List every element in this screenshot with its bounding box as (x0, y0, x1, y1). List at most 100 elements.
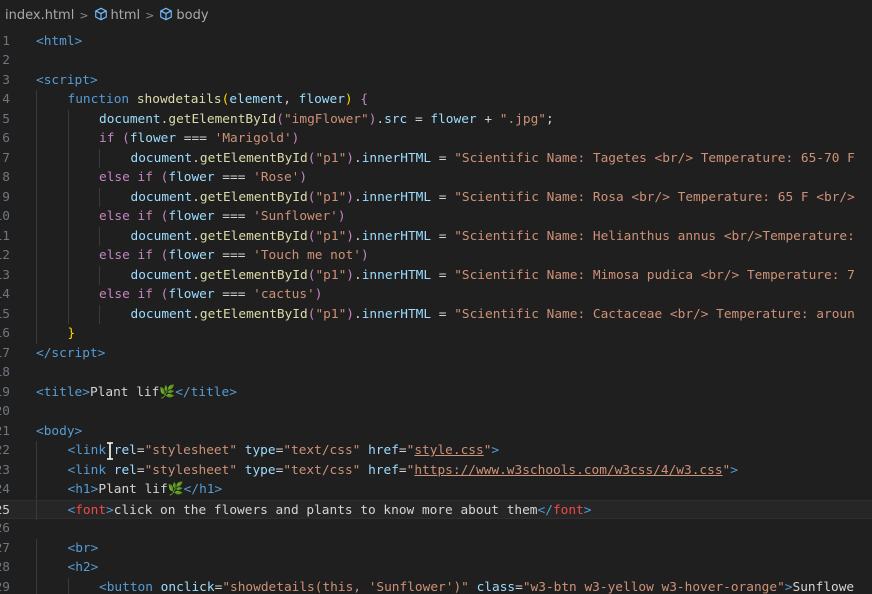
code-token: flower (168, 248, 215, 263)
code-token: > (229, 384, 237, 400)
code-token: Plant lif🌿 (89, 384, 176, 400)
indent-guide (36, 460, 37, 480)
code-line[interactable]: 17 </script> (0, 344, 872, 364)
code-token: button (106, 579, 161, 594)
line-number: 26 (0, 521, 10, 536)
code-token: . (192, 228, 200, 244)
code-token: innerHTML (361, 267, 432, 283)
code-text: <html> (36, 32, 82, 52)
code-line[interactable]: 24<h1>Plant lif🌿</h1> (0, 480, 872, 500)
code-token: getElementById (168, 111, 277, 127)
code-line[interactable]: 6 if (flower === 'Marigold') (0, 129, 872, 149)
indent-guide (99, 304, 100, 324)
code-token: > (90, 560, 99, 575)
code-token: "showdetails(this, 'Sunflower')" (222, 579, 469, 594)
code-line[interactable]: 4 function showdetails(element, flower) { (0, 90, 872, 110)
code-token: = (431, 189, 455, 205)
indent-guide (36, 129, 37, 149)
code-token: > (90, 540, 99, 556)
code-line[interactable]: 18 (0, 363, 872, 383)
code-token: getElementById (199, 150, 308, 166)
code-line[interactable]: 14 else if (flower === 'cactus') (0, 285, 872, 305)
code-token: ".jpg" (499, 111, 546, 127)
code-line[interactable]: 12 else if (flower === 'Touch me not') (0, 246, 872, 266)
line-number: 23 (0, 462, 10, 478)
code-token: getElementById (199, 306, 308, 322)
code-token: > (74, 423, 83, 439)
code-line[interactable]: 10 else if (flower === 'Sunflower') (0, 207, 872, 227)
code-line[interactable]: 2 (0, 51, 872, 71)
code-token: ) (346, 189, 354, 205)
code-token: "stylesheet" (144, 462, 238, 478)
code-line[interactable]: 27 <br> (0, 538, 872, 558)
code-token: . (354, 189, 362, 205)
code-line[interactable]: 7 document.getElementById("p1").innerHTML… (0, 148, 872, 168)
code-token: } (67, 326, 76, 341)
code-line[interactable]: 1 <html> (0, 32, 872, 52)
indent-guide (36, 207, 37, 227)
code-line[interactable]: 13 document.getElementById("p1").innerHTM… (0, 265, 872, 285)
code-token: ) (337, 209, 346, 224)
code-token: < (36, 384, 44, 400)
code-token: = (431, 267, 455, 283)
code-line[interactable]: 20 (0, 402, 872, 422)
code-line[interactable]: 25 <font>click on the flowers and plants … (0, 499, 872, 520)
breadcrumb-html[interactable]: html (94, 7, 140, 23)
breadcrumb-body[interactable]: body (159, 7, 209, 23)
code-editor[interactable]: 1 <html> 2 3 <script> 4 function showdetails(e… (0, 30, 872, 594)
code-line[interactable]: 15 document.getElementById("p1").innerHTM… (0, 304, 872, 324)
code-token: "p1" (315, 189, 347, 205)
breadcrumb-file[interactable]: index.html (5, 8, 74, 23)
indent-guide (36, 168, 37, 188)
indent-guide (36, 265, 37, 285)
indent-guide (36, 148, 37, 168)
code-token: . (192, 267, 200, 283)
code-token: else if (99, 287, 161, 302)
code-token: title (43, 384, 83, 400)
code-token: < (36, 72, 44, 88)
line-number: 18 (0, 365, 10, 380)
code-token: br (75, 540, 91, 556)
code-line[interactable]: 22<link rel="stylesheet" type="text/css"… (0, 441, 872, 461)
code-line[interactable]: 9 document.getElementById("p1").innerHTML… (0, 187, 872, 207)
code-line[interactable]: 11 document.getElementById("p1").innerHTM… (0, 226, 872, 246)
code-token: flower (298, 92, 345, 107)
code-token: h1 (75, 482, 91, 497)
indent-guide (67, 577, 69, 594)
line-number: 29 (0, 579, 10, 594)
code-token: title (190, 384, 230, 400)
code-line[interactable]: 23<link rel="stylesheet" type="text/css"… (0, 460, 872, 480)
line-number: 3 (2, 72, 10, 88)
code-token: "imgFlower" (283, 111, 369, 127)
symbol-element-icon (94, 7, 107, 21)
line-number: 25 (0, 502, 10, 518)
code-text: } (68, 324, 76, 344)
code-token: </ (36, 345, 52, 361)
code-line[interactable]: 8 else if (flower === 'Rose') (0, 168, 872, 188)
code-line[interactable]: 21 <body> (0, 422, 872, 442)
code-token: href (368, 462, 399, 478)
code-token: else if (99, 170, 161, 185)
code-line[interactable]: 26 (0, 519, 872, 539)
chevron-right-icon: > (145, 8, 155, 22)
code-token: getElementById (199, 267, 308, 283)
indent-guide (36, 538, 37, 558)
code-line[interactable]: 28 <h2> (0, 558, 872, 578)
code-token: innerHTML (361, 150, 432, 166)
code-token: < (36, 33, 44, 49)
code-token: 'Touch me not' (253, 248, 361, 263)
line-number: 9 (2, 189, 10, 205)
code-text: else if (flower === 'Sunflower') (99, 207, 346, 227)
code-line[interactable]: 5 document.getElementById("imgFlower").sr… (0, 109, 872, 129)
code-token: = (398, 462, 407, 478)
code-token: Plant lif🌿 (98, 482, 184, 497)
code-token: > (89, 72, 98, 88)
code-line[interactable]: 3 <script> (0, 71, 872, 91)
code-line[interactable]: 29 <button onclick = "showdetails(this, 'Su… (0, 577, 872, 594)
code-line[interactable]: 19<title>Plant lif🌿</title> (0, 383, 872, 403)
indent-guide (67, 207, 69, 227)
code-token: rel (113, 443, 137, 458)
code-line[interactable]: 16} (0, 324, 872, 344)
code-token: = (136, 462, 145, 478)
indent-guide (36, 577, 37, 594)
